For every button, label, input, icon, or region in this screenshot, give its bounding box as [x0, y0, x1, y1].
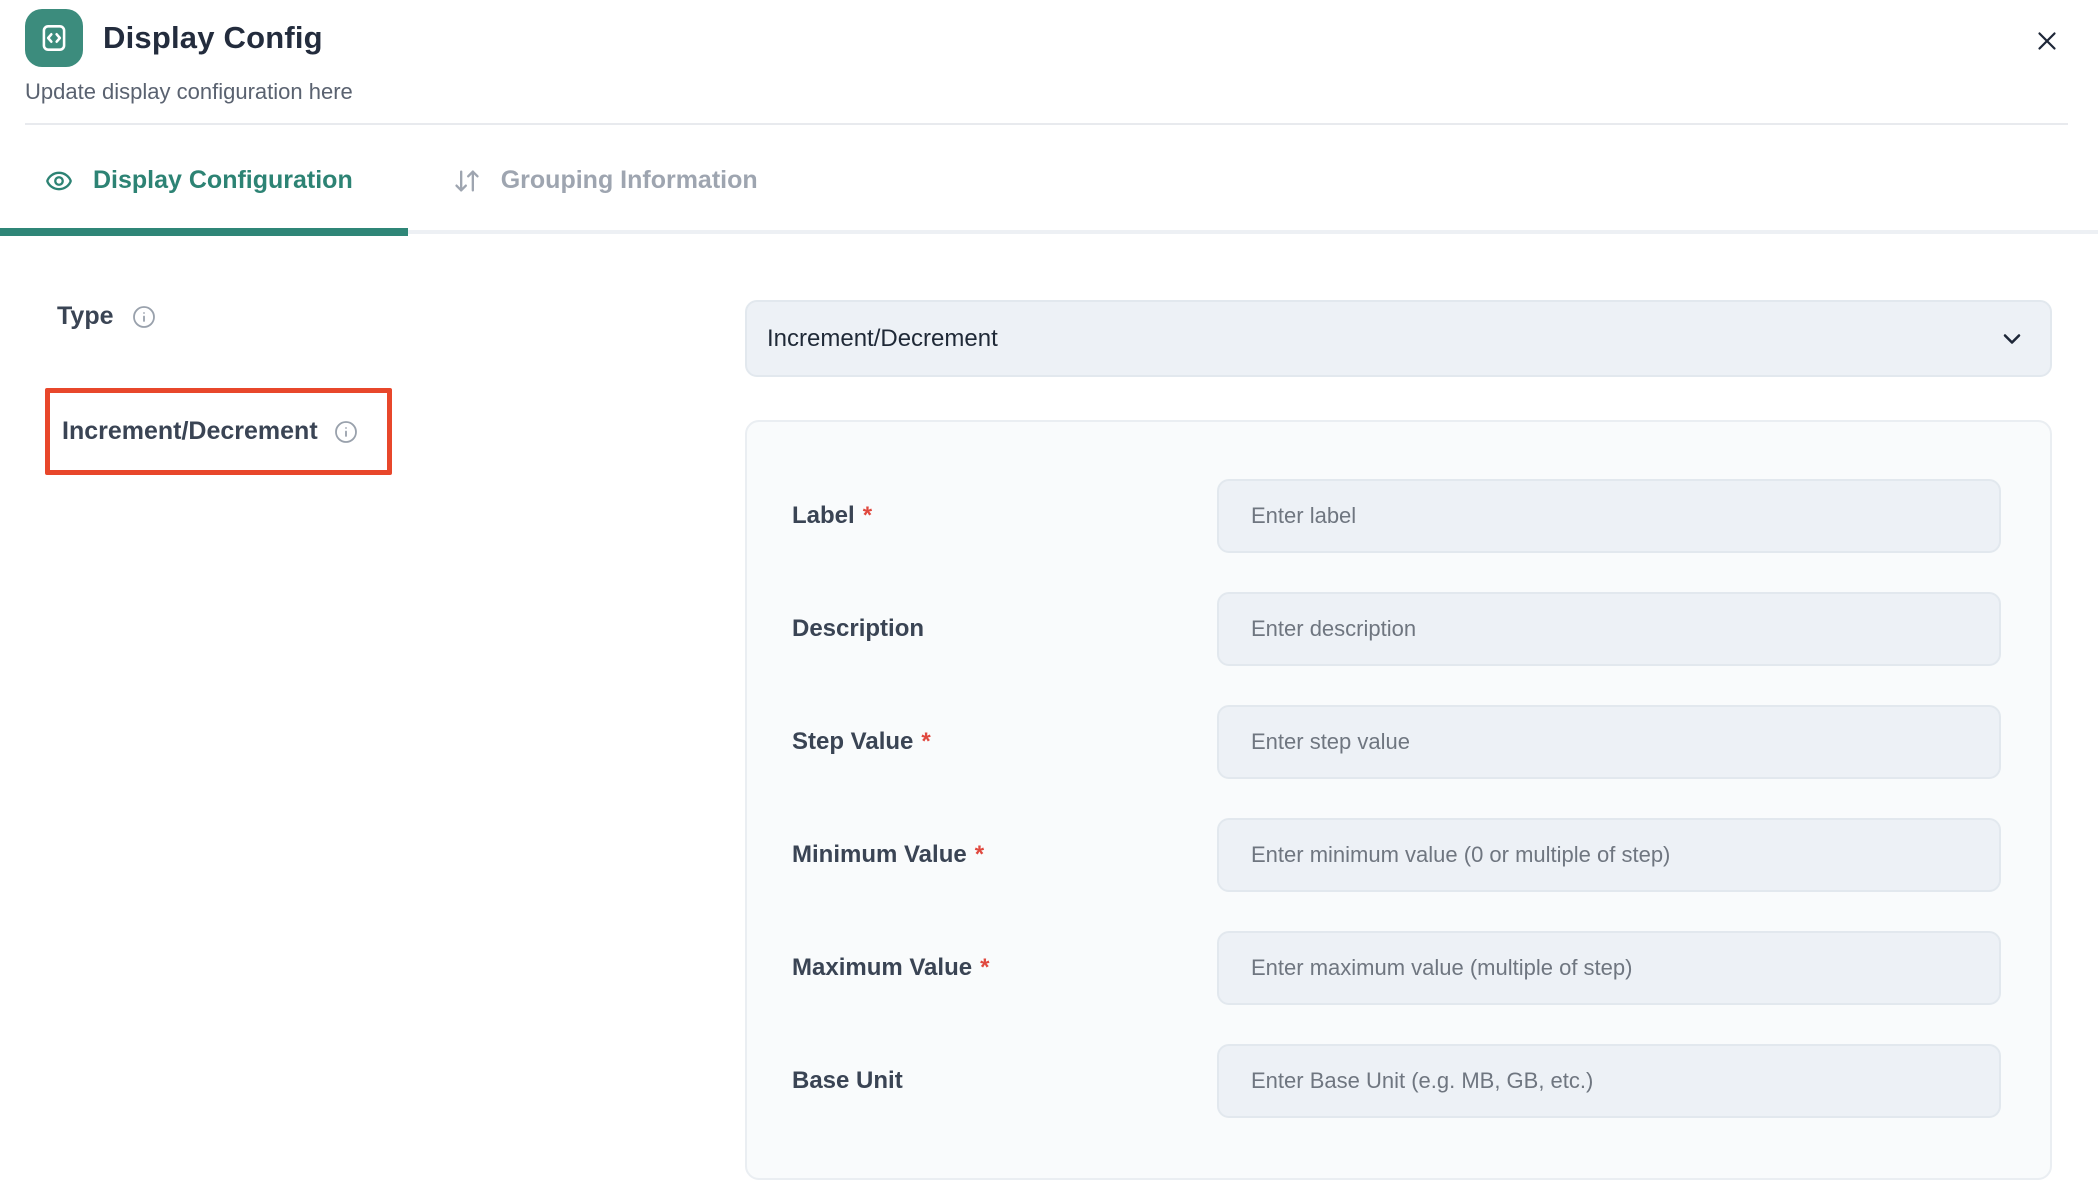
form-field-row: Description	[792, 592, 2001, 666]
tab-bar: Display Configuration Grouping Informati…	[0, 125, 2098, 236]
tab-label: Grouping Information	[501, 166, 758, 195]
tab-grouping-information[interactable]: Grouping Information	[453, 166, 758, 195]
required-asterisk: *	[863, 502, 872, 529]
label-input[interactable]	[1217, 479, 2001, 553]
form-field-row: Minimum Value *	[792, 818, 2001, 892]
minimum-value-input[interactable]	[1217, 818, 2001, 892]
modal-body: Type Increment/Decrement Increment/Decr	[0, 236, 2098, 1180]
form-field-row: Maximum Value *	[792, 931, 2001, 1005]
increment-decrement-label: Increment/Decrement	[62, 417, 318, 446]
form-rows: Label * Description Step Value * Minimum V…	[792, 479, 2001, 1118]
description-input[interactable]	[1217, 592, 2001, 666]
close-button[interactable]	[2026, 20, 2068, 62]
page-subtitle: Update display configuration here	[25, 79, 2068, 105]
form-field-row: Label *	[792, 479, 2001, 553]
field-label: Description	[792, 615, 924, 642]
config-form-card: Label * Description Step Value * Minimum V…	[745, 420, 2052, 1180]
form-field-row: Step Value *	[792, 705, 2001, 779]
step-value-input[interactable]	[1217, 705, 2001, 779]
info-icon[interactable]	[334, 420, 358, 444]
active-tab-indicator	[0, 228, 408, 236]
info-icon[interactable]	[132, 305, 156, 329]
required-asterisk: *	[980, 954, 989, 981]
type-select-value: Increment/Decrement	[767, 325, 998, 353]
highlight-box: Increment/Decrement	[45, 388, 392, 475]
tab-label: Display Configuration	[93, 166, 353, 195]
required-asterisk: *	[921, 728, 930, 755]
required-asterisk: *	[975, 841, 984, 868]
maximum-value-input[interactable]	[1217, 931, 2001, 1005]
field-label: Minimum Value	[792, 841, 967, 868]
field-label: Label	[792, 502, 855, 529]
close-icon	[2032, 26, 2062, 56]
field-label: Step Value	[792, 728, 913, 755]
type-label: Type	[57, 302, 114, 331]
field-label: Maximum Value	[792, 954, 972, 981]
modal-header: Display Config Update display configurat…	[0, 0, 2098, 125]
display-config-icon	[25, 9, 83, 67]
form-field-row: Base Unit	[792, 1044, 2001, 1118]
page-title: Display Config	[103, 20, 323, 56]
display-config-modal: Display Config Update display configurat…	[0, 0, 2098, 1180]
type-row: Type	[57, 302, 745, 331]
type-select[interactable]: Increment/Decrement	[745, 300, 2052, 377]
eye-icon	[45, 167, 73, 195]
config-column: Increment/Decrement Label * Description S…	[745, 236, 2052, 1180]
tab-display-configuration[interactable]: Display Configuration	[45, 166, 353, 195]
field-label: Base Unit	[792, 1067, 903, 1094]
field-labels-column: Type Increment/Decrement	[0, 236, 745, 475]
arrow-down-up-icon	[453, 167, 481, 195]
base-unit-input[interactable]	[1217, 1044, 2001, 1118]
chevron-down-icon	[1998, 325, 2026, 353]
